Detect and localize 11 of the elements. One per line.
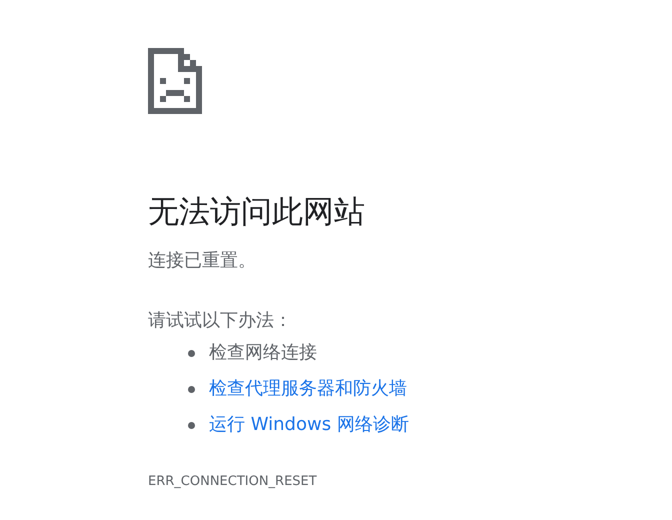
bullet-icon [188, 350, 195, 356]
suggestions-label: 请试试以下办法： [148, 309, 293, 333]
bullet-icon [188, 422, 195, 428]
error-title: 无法访问此网站 [148, 193, 366, 232]
suggestion-text: 检查网络连接 [209, 341, 317, 365]
suggestion-link[interactable]: 检查代理服务器和防火墙 [209, 376, 407, 402]
bullet-icon [188, 386, 195, 392]
suggestion-link[interactable]: 运行 Windows 网络诊断 [209, 412, 409, 438]
sad-page-icon [148, 48, 202, 114]
error-message: 连接已重置。 [148, 249, 257, 273]
error-code: ERR_CONNECTION_RESET [148, 474, 318, 489]
